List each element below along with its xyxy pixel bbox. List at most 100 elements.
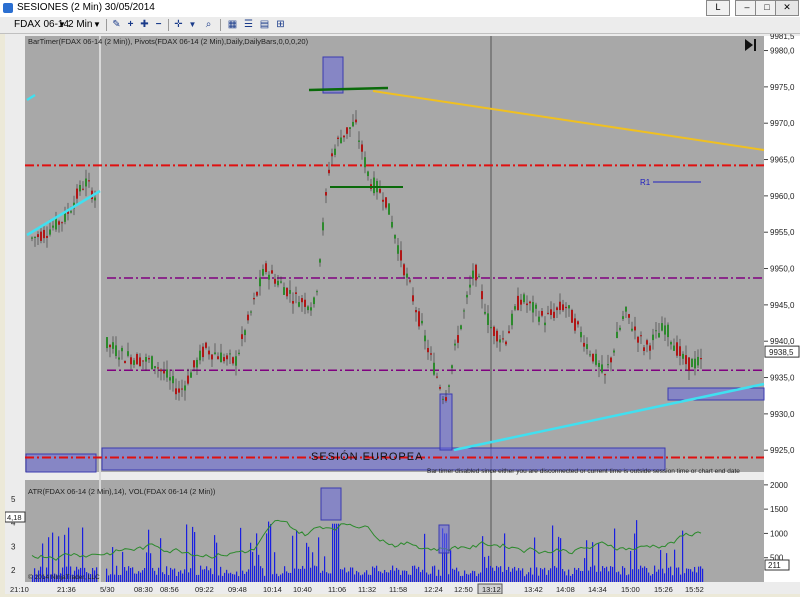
volume-bar [262,568,264,582]
instrument-dropdown-icon[interactable]: ▼ [58,18,66,31]
candle-body [43,229,45,239]
candle-body [439,387,441,389]
candle-body [448,385,450,387]
candle-body [667,324,669,338]
volume-bar [134,573,136,582]
volume-bar [378,571,380,582]
cross-pointer-icon[interactable]: ✚ [138,18,151,31]
volume-bar [462,575,464,582]
candle-body [475,264,477,281]
volume-bar [686,568,688,582]
candle-body [685,355,687,365]
volume-bar [320,572,322,582]
volume-bar [192,526,194,582]
volume-bar [702,568,704,582]
play-bar[interactable] [754,39,756,51]
interval-selector[interactable]: 2 Min [68,18,92,31]
volume-bar [640,565,642,582]
properties-icon[interactable]: ☰ [242,18,255,31]
volume-bar [164,574,166,582]
time-tick-label: 09:22 [195,585,214,594]
candlestick-chart[interactable]: 9980,0 9975,0 9970,0 9965,0 9960,0 9955,0 9950… [4,32,800,595]
candle-body [433,362,435,375]
volume-bar [438,569,440,582]
vol-tick-label: 2000 [770,481,788,490]
candle-body [457,335,459,343]
candle-body [154,366,156,369]
restore-button[interactable]: L [706,0,730,16]
volume-bar [594,565,596,582]
candle-body [553,311,555,318]
volume-bar [436,575,438,582]
volume-bar [554,566,556,582]
candle-body [382,199,384,202]
crosshair-icon[interactable]: ✛ [172,18,185,31]
candle-body [196,359,198,368]
volume-bar [404,570,406,582]
volume-bar [406,570,408,582]
chart-area[interactable]: 9980,0 9975,0 9970,0 9965,0 9960,0 9955,0 9950… [4,32,800,595]
interval-dropdown-icon[interactable]: ▼ [93,18,101,31]
candle-body [85,178,87,187]
volume-bar [270,524,272,582]
candle-body [487,313,489,325]
crosshair-dropdown-icon[interactable]: ▼ [186,18,199,31]
bartimer-message: Bar timer disabled since either you are … [427,468,740,475]
candle-body [391,221,393,228]
time-tick-label: 10:40 [293,585,312,594]
candle-body [214,352,216,355]
volume-bar [568,569,570,582]
volume-bar [124,567,126,582]
candle-body [337,137,339,140]
volume-bar [424,533,426,582]
pin-icon[interactable]: ⊞ [274,18,287,31]
window-title: SESIONES (2 Min) 30/05/2014 [17,2,155,13]
volume-bar [464,570,466,582]
volume-bar [148,529,150,582]
candle-body [226,355,228,360]
zoom-in-icon[interactable]: + [124,18,137,31]
candle-body [607,364,609,366]
volume-bar [306,542,308,582]
atr-current-label: 4,18 [7,513,22,522]
time-tick-label: 15:26 [654,585,673,594]
close-button[interactable]: ✕ [775,0,799,16]
candle-body [661,323,663,331]
volume-bar [248,569,250,582]
volume-bar [384,569,386,582]
data-box-icon[interactable]: ▦ [226,18,239,31]
volume-bar [382,573,384,582]
volume-bar [184,569,186,582]
price-tick-label: 9960,0 [770,192,795,201]
volume-bar [294,568,296,582]
candle-body [343,135,345,138]
atr-tick-label: 3 [11,542,16,551]
volume-bar [196,574,198,582]
volume-bar [516,570,518,582]
candle-body [478,276,480,278]
candle-body [316,291,318,293]
candle-body [310,307,312,311]
candle-body [361,144,363,152]
volume-bar [228,573,230,582]
candle-body [463,310,465,312]
volume-bar [118,575,120,582]
volume-bar [678,567,680,582]
candle-body [664,325,666,335]
zoom-out-icon[interactable]: − [152,18,165,31]
chart-trader-icon[interactable]: ▤ [258,18,271,31]
volume-bar [170,567,172,582]
volume-bar [654,565,656,582]
vol-spike-box [438,524,450,554]
volume-bar [402,570,404,582]
magnifier-icon[interactable]: ⌕ [202,18,215,31]
volume-bar [550,568,552,582]
volume-bar [296,530,298,582]
volume-bar [602,566,604,582]
candle-body [271,270,273,274]
pencil-icon[interactable]: ✎ [110,18,123,31]
volume-bar [680,574,682,582]
candle-body [595,353,597,365]
candle-body [250,311,252,313]
price-tick-label: 9940,0 [770,337,795,346]
